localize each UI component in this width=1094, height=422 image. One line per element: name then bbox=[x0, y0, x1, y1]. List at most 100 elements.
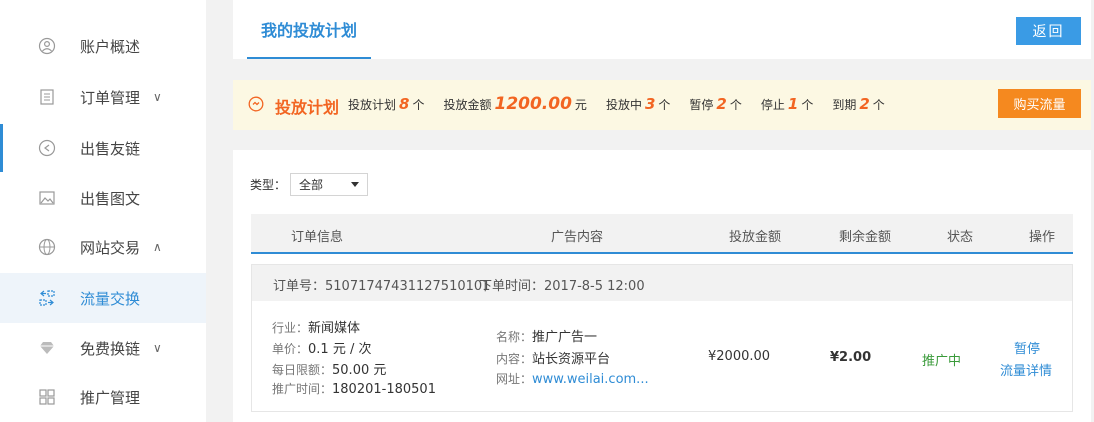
field-label: 每日限额： bbox=[272, 363, 333, 377]
stat-label: 暂停 bbox=[689, 98, 714, 112]
order-card: 订单号：51071747431127510101 下单时间：2017-8-5 1… bbox=[251, 264, 1073, 412]
stat-plans: 投放计划 8 个 bbox=[348, 95, 424, 113]
field-value: 50.00 元 bbox=[332, 363, 387, 378]
traffic-detail-link[interactable]: 流量详情 bbox=[1000, 360, 1052, 379]
sidebar-item-traffic-exchange[interactable]: 流量交换 bbox=[0, 273, 206, 323]
column-header: 订单信息 bbox=[291, 230, 344, 245]
page-header: 我的投放计划 返回 bbox=[233, 0, 1091, 59]
order-amount: ¥2000.00 bbox=[708, 349, 771, 364]
share-icon bbox=[38, 139, 56, 157]
stat-value: 2 bbox=[859, 95, 870, 113]
stat-value: 3 bbox=[644, 95, 656, 113]
stat-label: 投放金额 bbox=[443, 98, 492, 112]
sidebar-item-sell-links[interactable]: 出售友链 bbox=[0, 123, 206, 173]
stat-label: 到期 bbox=[832, 98, 857, 112]
type-filter: 类型： 全部 bbox=[250, 173, 369, 196]
field-value: 180201-180501 bbox=[332, 382, 436, 397]
plan-list-panel: 类型： 全部 订单信息 广告内容 投放金额 剩余金额 状态 操作 订单号：510… bbox=[233, 150, 1091, 422]
field-value: 0.1 元 / 次 bbox=[308, 342, 372, 357]
buy-traffic-button[interactable]: 购买流量 bbox=[998, 89, 1081, 118]
globe-icon bbox=[38, 238, 56, 256]
sidebar-item-label: 免费换链 bbox=[80, 339, 141, 358]
column-header: 状态 bbox=[947, 230, 974, 245]
stat-active: 投放中 3 个 bbox=[606, 95, 670, 113]
stat-unit: 个 bbox=[658, 98, 671, 112]
field-value: 站长资源平台 bbox=[532, 352, 611, 367]
field-label: 内容： bbox=[496, 352, 533, 366]
sidebar-item-label: 推广管理 bbox=[80, 388, 141, 407]
field-label: 单价： bbox=[272, 342, 309, 356]
stat-label: 停止 bbox=[760, 98, 785, 112]
order-industry: 行业：新闻媒体 bbox=[272, 317, 360, 336]
type-select-value: 全部 bbox=[299, 178, 324, 192]
type-select[interactable]: 全部 bbox=[290, 173, 369, 196]
column-header: 操作 bbox=[1029, 230, 1056, 245]
image-icon bbox=[38, 189, 56, 207]
sidebar-item-sell-articles[interactable]: 出售图文 bbox=[0, 173, 206, 223]
order-period: 推广时间：180201-180501 bbox=[272, 380, 436, 397]
back-button[interactable]: 返回 bbox=[1016, 17, 1081, 45]
stat-unit: 个 bbox=[729, 98, 742, 112]
field-label: 名称： bbox=[496, 330, 533, 344]
order-daily-limit: 每日限额：50.00 元 bbox=[272, 359, 386, 378]
chevron-down-icon: ∨ bbox=[153, 90, 162, 104]
type-filter-label: 类型： bbox=[250, 178, 287, 192]
stat-paused: 暂停 2 个 bbox=[689, 95, 741, 113]
ad-url-link[interactable]: www.weilai.com... bbox=[532, 372, 649, 387]
ad-url: 网址：www.weilai.com... bbox=[496, 370, 649, 387]
field-value: 推广广告一 bbox=[532, 330, 598, 345]
summary-stats: 投放计划 8 个 投放金额 1200.00 元 投放中 3 个 暂停 2 个 停… bbox=[348, 94, 904, 114]
stat-unit: 元 bbox=[574, 98, 587, 112]
stat-label: 投放计划 bbox=[348, 98, 397, 112]
gem-icon bbox=[38, 339, 56, 357]
sidebar-item-promotion-management[interactable]: 推广管理 bbox=[0, 372, 206, 422]
stat-value: 8 bbox=[399, 95, 410, 113]
ad-content: 内容：站长资源平台 bbox=[496, 348, 610, 367]
stat-value: 1 bbox=[787, 95, 799, 113]
stat-amount: 投放金额 1200.00 元 bbox=[443, 94, 586, 114]
stat-value: 1200.00 bbox=[494, 94, 572, 114]
sidebar-item-free-links[interactable]: 免费换链 ∨ bbox=[0, 323, 206, 373]
stat-label: 投放中 bbox=[605, 98, 642, 112]
column-header: 投放金额 bbox=[729, 230, 782, 245]
order-time: 下单时间：2017-8-5 12:00 bbox=[479, 279, 645, 294]
sidebar-item-order-management[interactable]: 订单管理 ∨ bbox=[0, 72, 206, 122]
order-remaining: ¥2.00 bbox=[830, 350, 872, 365]
order-header: 订单号：51071747431127510101 下单时间：2017-8-5 1… bbox=[252, 265, 1072, 301]
field-label: 推广时间： bbox=[272, 382, 333, 396]
ad-name: 名称：推广广告一 bbox=[496, 326, 597, 345]
field-label: 网址： bbox=[496, 372, 533, 386]
exchange-icon bbox=[38, 289, 56, 307]
sidebar-item-label: 出售友链 bbox=[80, 139, 141, 158]
field-label: 行业： bbox=[272, 321, 309, 335]
order-price: 单价：0.1 元 / 次 bbox=[272, 338, 371, 357]
sidebar-item-label: 账户概述 bbox=[80, 37, 141, 56]
sidebar-item-label: 流量交换 bbox=[80, 289, 141, 308]
stat-unit: 个 bbox=[872, 98, 885, 112]
order-number: 订单号：51071747431127510101 bbox=[273, 279, 491, 294]
status-badge: 推广中 bbox=[922, 354, 962, 369]
document-icon bbox=[38, 88, 56, 106]
caret-down-icon bbox=[351, 182, 360, 187]
clock-icon bbox=[248, 96, 264, 112]
chevron-down-icon: ∨ bbox=[153, 341, 162, 355]
sidebar-item-site-trading[interactable]: 网站交易 ∧ bbox=[0, 222, 206, 272]
field-value: 新闻媒体 bbox=[308, 321, 361, 336]
stat-unit: 个 bbox=[412, 98, 425, 112]
summary-title: 投放计划 bbox=[275, 98, 340, 117]
table-header: 订单信息 广告内容 投放金额 剩余金额 状态 操作 bbox=[251, 214, 1073, 254]
sidebar-item-label: 出售图文 bbox=[80, 189, 141, 208]
sidebar-item-label: 订单管理 bbox=[80, 88, 141, 107]
sidebar: 账户概述 订单管理 ∨ 出售友链 出售图文 网站交易 ∧ 流量交换 免费换链 ∨… bbox=[0, 0, 206, 422]
chevron-up-icon: ∧ bbox=[153, 240, 162, 254]
pause-link[interactable]: 暂停 bbox=[1014, 338, 1040, 357]
stat-expired: 到期 2 个 bbox=[832, 95, 884, 113]
sidebar-item-account-overview[interactable]: 账户概述 bbox=[0, 21, 206, 71]
sidebar-item-label: 网站交易 bbox=[80, 238, 141, 257]
grid-icon bbox=[38, 388, 56, 406]
tab-my-plans[interactable]: 我的投放计划 bbox=[247, 0, 372, 59]
plan-summary-banner: 投放计划 投放计划 8 个 投放金额 1200.00 元 投放中 3 个 暂停 … bbox=[233, 80, 1091, 130]
column-header: 广告内容 bbox=[551, 230, 604, 245]
stat-value: 2 bbox=[716, 95, 727, 113]
column-header: 剩余金额 bbox=[839, 230, 892, 245]
